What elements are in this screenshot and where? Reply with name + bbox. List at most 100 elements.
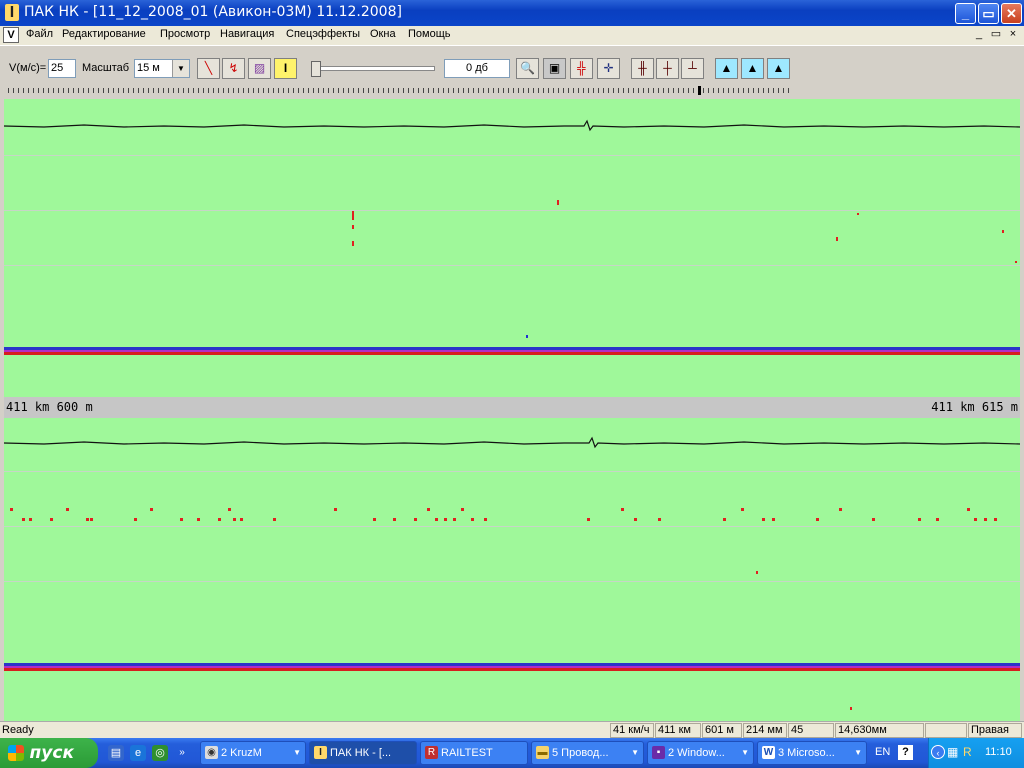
- echo-trace: [4, 119, 1020, 132]
- defect-mark: [974, 518, 977, 521]
- speed-field[interactable]: 25: [48, 59, 76, 78]
- line-tool-button[interactable]: ╲: [197, 58, 220, 79]
- defect-mark: [836, 237, 838, 241]
- show-desktop-icon[interactable]: ▤: [108, 745, 124, 761]
- defect-mark: [453, 518, 456, 521]
- chevron-down-icon[interactable]: ▼: [172, 60, 189, 77]
- minimize-button[interactable]: _: [955, 3, 976, 24]
- defect-mark: [334, 508, 337, 511]
- defect-mark: [816, 518, 819, 521]
- defect-mark: [352, 211, 354, 220]
- chevron-left-icon[interactable]: ‹: [931, 745, 945, 759]
- status-mm: 214 мм: [743, 723, 787, 738]
- menu-bar: V Файл Редактирование Просмотр Навигация…: [0, 26, 1024, 45]
- task-pak-nk[interactable]: I ПАК НК - [...: [309, 741, 417, 765]
- railtest-tray-icon[interactable]: R: [963, 745, 972, 759]
- toolbar: V(м/с)= 25 Масштаб 15 м ▼ ╲ ↯ ▨ I 0 дб 🔍…: [0, 45, 1024, 98]
- start-button[interactable]: пуск: [0, 738, 98, 768]
- network-icon[interactable]: ▦: [947, 745, 958, 759]
- zoom-icon[interactable]: 🔍: [516, 58, 539, 79]
- rail-profile-button[interactable]: I: [274, 58, 297, 79]
- defect-mark: [557, 200, 559, 205]
- compress-icon[interactable]: ✛: [597, 58, 620, 79]
- defect-mark: [872, 518, 875, 521]
- task-label: ПАК НК - [...: [330, 747, 392, 759]
- mdi-minimize-button[interactable]: _: [972, 28, 986, 41]
- defect-mark: [723, 518, 726, 521]
- task-label: 3 Microso...: [778, 747, 835, 759]
- track-rail-icon[interactable]: ┼: [656, 58, 679, 79]
- camera-icon[interactable]: ▣: [543, 58, 566, 79]
- close-button[interactable]: ✕: [1001, 3, 1022, 24]
- kruzm-icon: ◉: [205, 746, 218, 759]
- probe-left-icon[interactable]: ▲: [715, 58, 738, 79]
- task-label: 2 KruzM: [221, 747, 262, 759]
- task-kruzm[interactable]: ◉ 2 KruzM ▼: [200, 741, 306, 765]
- gain-slider[interactable]: [311, 60, 437, 78]
- lower-defect-marks: [10, 508, 997, 710]
- status-meters: 601 м: [702, 723, 742, 738]
- more-quick-launch-icon[interactable]: »: [176, 745, 188, 761]
- task-explorer[interactable]: ▬ 5 Провод... ▼: [531, 741, 644, 765]
- document-icon[interactable]: V: [3, 27, 19, 43]
- defect-mark: [658, 518, 661, 521]
- channel-separator: [4, 155, 1020, 156]
- menu-edit[interactable]: Редактирование: [62, 28, 146, 40]
- channel-separator: [4, 265, 1020, 266]
- probe-center-icon[interactable]: ▲: [741, 58, 764, 79]
- track-sleepers-icon[interactable]: ┴: [681, 58, 704, 79]
- gain-field[interactable]: 0 дб: [444, 59, 510, 78]
- lower-rail-track[interactable]: [4, 418, 1020, 721]
- rail-joint-icon[interactable]: ╬: [570, 58, 593, 79]
- ie-icon[interactable]: e: [130, 745, 146, 761]
- track-grid-icon[interactable]: ╫: [631, 58, 654, 79]
- task-word[interactable]: W 3 Microso... ▼: [757, 741, 867, 765]
- scale-value: 15 м: [137, 62, 160, 74]
- language-indicator[interactable]: EN: [875, 746, 890, 758]
- mdi-restore-button[interactable]: ▭: [989, 28, 1003, 41]
- defect-mark: [180, 518, 183, 521]
- title-bar[interactable]: I ПАК НК - [11_12_2008_01 (Авикон-03М) 1…: [0, 0, 1024, 26]
- rail-band: [4, 347, 1020, 355]
- maximize-button[interactable]: ▭: [978, 3, 999, 24]
- defect-mark: [90, 518, 93, 521]
- defect-mark: [984, 518, 987, 521]
- task-railtest[interactable]: R RAILTEST: [420, 741, 528, 765]
- defect-mark: [393, 518, 396, 521]
- speed-label: V(м/с)=: [9, 62, 47, 74]
- menu-view[interactable]: Просмотр: [160, 28, 210, 40]
- defect-mark: [850, 707, 852, 710]
- menu-navigation[interactable]: Навигация: [220, 28, 274, 40]
- probe-right-icon[interactable]: ▲: [767, 58, 790, 79]
- help-icon[interactable]: ?: [898, 745, 913, 760]
- menu-file[interactable]: Файл: [26, 28, 53, 40]
- defect-mark: [936, 518, 939, 521]
- defect-mark: [228, 508, 231, 511]
- app-icon: I: [5, 4, 19, 21]
- menu-effects[interactable]: Спецэффекты: [286, 28, 360, 40]
- task-label: 5 Провод...: [552, 747, 609, 759]
- defect-mark: [762, 518, 765, 521]
- defect-mark: [414, 518, 417, 521]
- hatch-tool-button[interactable]: ▨: [248, 58, 271, 79]
- defect-mark: [621, 508, 624, 511]
- slider-thumb[interactable]: [311, 61, 321, 77]
- menu-help[interactable]: Помощь: [408, 28, 451, 40]
- defect-mark: [352, 241, 354, 246]
- railtest-icon: R: [425, 746, 438, 759]
- position-ruler[interactable]: [8, 86, 791, 95]
- chevron-down-icon: ▼: [293, 748, 301, 757]
- upper-rail-track[interactable]: [4, 99, 1020, 397]
- mdi-close-button[interactable]: ×: [1006, 28, 1020, 41]
- lower-signal-plot: [4, 436, 1020, 710]
- upper-defect-marks: [352, 200, 1017, 338]
- task-windows[interactable]: ▪ 2 Window... ▼: [647, 741, 754, 765]
- km-position-bar: 411 km 600 m 411 km 615 m: [4, 397, 1020, 418]
- defect-mark: [218, 518, 221, 521]
- status-coordinate: 14,630мм: [835, 723, 924, 738]
- reflection-tool-button[interactable]: ↯: [222, 58, 245, 79]
- scale-select[interactable]: 15 м ▼: [134, 59, 190, 78]
- defect-mark: [427, 508, 430, 511]
- menu-windows[interactable]: Окна: [370, 28, 396, 40]
- media-icon[interactable]: ◎: [152, 745, 168, 761]
